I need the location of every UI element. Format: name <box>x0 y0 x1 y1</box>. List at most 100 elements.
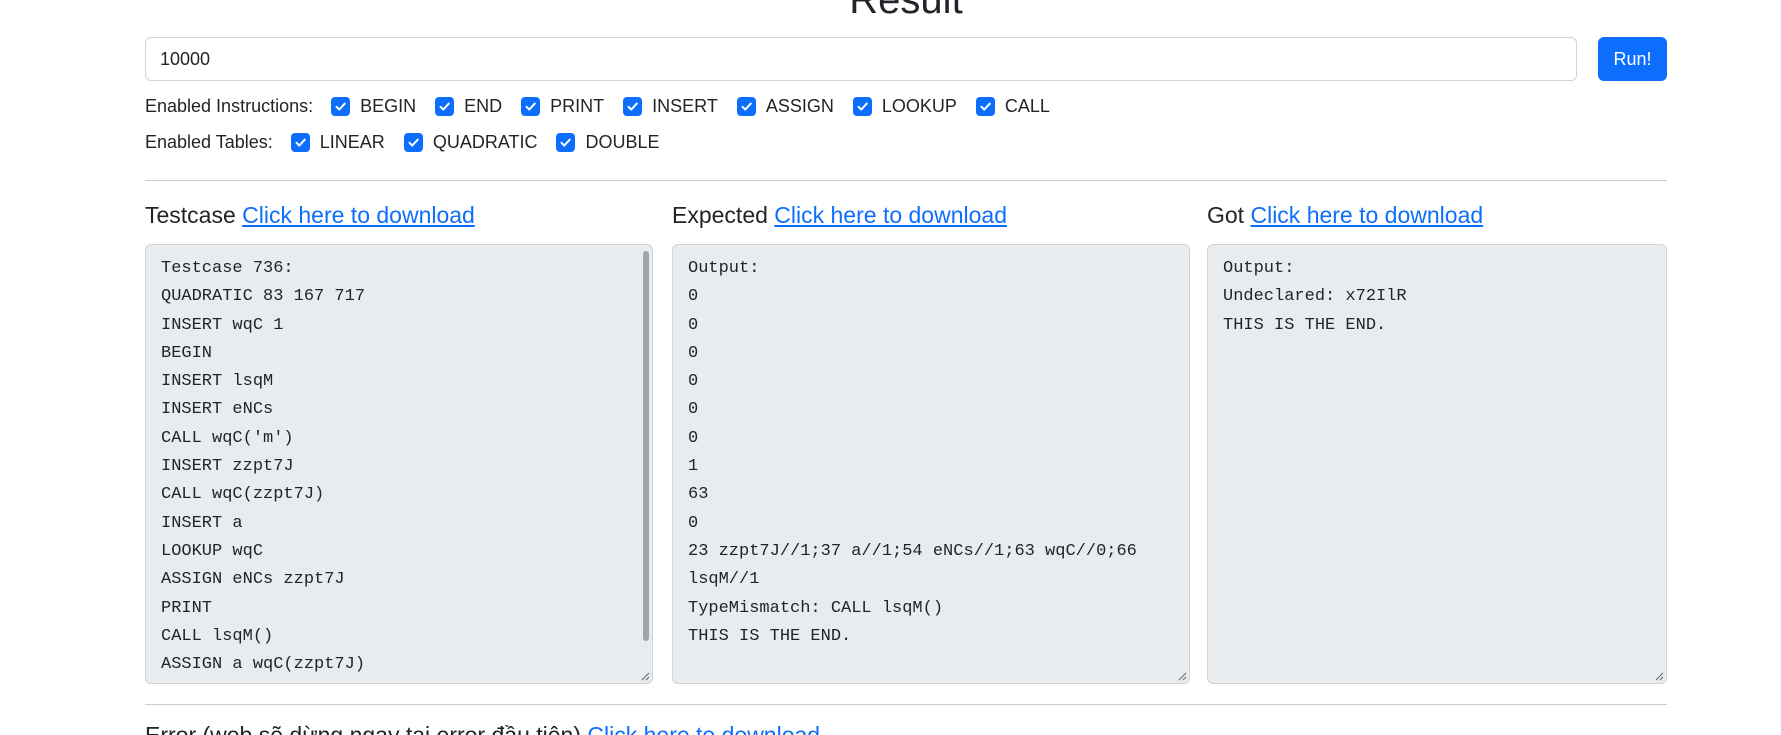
got-panel: Got Click here to download Output: Undecl… <box>1207 198 1667 684</box>
checkbox-checked-icon[interactable] <box>331 96 351 116</box>
instruction-option-label: PRINT <box>550 95 605 116</box>
code-line: 1 <box>688 457 699 477</box>
got-title: Got <box>1207 202 1245 228</box>
checkbox-checked-icon[interactable] <box>852 96 872 116</box>
checkbox-checked-icon[interactable] <box>975 96 995 116</box>
checkbox-checked-icon[interactable] <box>623 96 643 116</box>
code-line: INSERT eNCs <box>161 400 274 420</box>
checkbox-checked-icon[interactable] <box>556 132 576 152</box>
code-line: Output: <box>688 259 760 278</box>
instruction-option-end[interactable]: END <box>435 96 502 117</box>
code-line: THIS IS THE END. <box>1223 315 1387 335</box>
code-line: BEGIN <box>161 343 213 363</box>
resize-grip-icon[interactable] <box>1654 671 1664 681</box>
testcase-heading: Testcase Click here to download <box>145 198 653 232</box>
checkbox-checked-icon[interactable] <box>435 96 455 116</box>
code-line: 0 <box>688 343 699 363</box>
code-line: INSERT lsqM <box>161 372 274 392</box>
code-line: LOOKUP wqC <box>161 541 264 561</box>
instruction-option-label: ASSIGN <box>765 95 834 116</box>
instruction-option-label: INSERT <box>652 95 718 116</box>
main-container: Result Run! Enabled Instructions: BEGINE… <box>145 0 1667 735</box>
resize-grip-icon[interactable] <box>640 671 650 681</box>
instruction-option-insert[interactable]: INSERT <box>623 96 718 117</box>
checkbox-checked-icon[interactable] <box>290 132 310 152</box>
instruction-option-label: CALL <box>1004 95 1050 116</box>
testcase-download-link[interactable]: Click here to download <box>242 202 475 228</box>
code-line: 0 <box>688 372 699 392</box>
divider <box>145 180 1667 181</box>
testcase-title: Testcase <box>145 202 236 228</box>
checkbox-checked-icon[interactable] <box>521 96 541 116</box>
testcase-panel: Testcase Click here to download Testcase… <box>145 198 653 684</box>
checkbox-checked-icon[interactable] <box>403 132 423 152</box>
instruction-option-call[interactable]: CALL <box>975 95 1050 117</box>
instructions-label: Enabled Instructions: <box>145 95 314 116</box>
code-line: 23 zzpt7J//1;37 a//1;54 eNCs//1;63 wqC//… <box>688 541 1137 561</box>
table-option-label: LINEAR <box>319 131 385 152</box>
code-line: INSERT a <box>161 513 243 533</box>
got-textarea[interactable]: Output: Undeclared: x72IlR THIS IS THE END… <box>1207 244 1667 684</box>
checkbox-checked-icon[interactable] <box>736 96 756 116</box>
code-line: Output: <box>1223 259 1295 278</box>
code-line: 0 <box>688 513 699 533</box>
code-line: ASSIGN a wqC(zzpt7J) <box>161 655 366 675</box>
table-option-label: QUADRATIC <box>432 131 538 152</box>
instruction-option-label: END <box>464 95 503 116</box>
testcase-textarea[interactable]: Testcase 736: QUADRATIC 83 167 717 INSERT … <box>145 244 653 684</box>
tables-label: Enabled Tables: <box>145 131 273 152</box>
run-row: Run! <box>145 36 1667 82</box>
instruction-option-label: LOOKUP <box>881 95 957 116</box>
resize-grip-icon[interactable] <box>1177 671 1187 681</box>
instructions-row: Enabled Instructions: BEGIN END PRINT INSER… <box>145 92 1069 120</box>
code-line: CALL lsqM() <box>161 626 274 646</box>
instruction-option-lookup[interactable]: LOOKUP <box>852 95 957 117</box>
code-line: 0 <box>688 287 699 307</box>
expected-title: Expected <box>672 202 768 228</box>
table-option-quadratic[interactable]: QUADRATIC <box>403 131 538 153</box>
expected-content: Output: 0 0 0 0 0 0 1 63 0 23 zzpt7J//1;37 a//1;54… <box>688 255 1174 651</box>
instruction-option-print[interactable]: PRINT <box>521 96 604 117</box>
instruction-option-begin[interactable]: BEGIN <box>331 96 416 117</box>
expected-heading: Expected Click here to download <box>672 198 1190 232</box>
got-content: Output: Undeclared: x72IlR THIS IS THE END… <box>1223 255 1651 340</box>
testcase-content: Testcase 736: QUADRATIC 83 167 717 INSERT … <box>161 255 637 679</box>
code-line: THIS IS THE END. <box>688 626 852 646</box>
got-heading: Got Click here to download <box>1207 198 1667 232</box>
tables-row: Enabled Tables: LINEAR QUADRATIC DOUBLE <box>145 128 679 156</box>
code-line: 63 <box>688 485 709 505</box>
instruction-option-assign[interactable]: ASSIGN <box>736 95 834 117</box>
code-line: INSERT wqC 1 <box>161 315 284 335</box>
code-line: TypeMismatch: CALL lsqM() <box>688 598 944 618</box>
table-option-label: DOUBLE <box>585 131 660 152</box>
code-line: CALL wqC('m') <box>161 428 294 448</box>
expected-textarea[interactable]: Output: 0 0 0 0 0 0 1 63 0 23 zzpt7J//1;37 a//1;54… <box>672 244 1190 684</box>
code-line: PRINT <box>161 598 213 618</box>
code-line: QUADRATIC 83 167 717 <box>161 287 366 307</box>
error-title: Error (web sẽ dừng ngay tại error đầu ti… <box>145 722 581 735</box>
instructions-list: BEGIN END PRINT INSERT ASSIGN LOOKUP CALL <box>331 96 1069 117</box>
tables-list: LINEAR QUADRATIC DOUBLE <box>290 131 679 153</box>
table-option-double[interactable]: DOUBLE <box>556 131 660 153</box>
seed-input[interactable] <box>145 37 1577 81</box>
code-line: INSERT zzpt7J <box>161 457 294 477</box>
code-line: lsqM//1 <box>688 570 760 590</box>
got-download-link[interactable]: Click here to download <box>1250 202 1483 228</box>
code-line: CALL wqC(zzpt7J) <box>161 485 325 505</box>
scrollbar-thumb[interactable] <box>643 251 649 641</box>
error-download-link[interactable]: Click here to download <box>587 722 820 735</box>
expected-download-link[interactable]: Click here to download <box>774 202 1007 228</box>
code-line: 0 <box>688 315 699 335</box>
instruction-option-label: BEGIN <box>360 95 417 116</box>
table-option-linear[interactable]: LINEAR <box>290 131 385 153</box>
page-title: Result <box>849 0 963 22</box>
code-line: Testcase 736: <box>161 259 294 278</box>
code-line: 0 <box>688 428 699 448</box>
run-button[interactable]: Run! <box>1598 37 1667 81</box>
code-line: 0 <box>688 400 699 420</box>
code-line: Undeclared: x72IlR <box>1223 287 1407 307</box>
divider <box>145 704 1667 705</box>
expected-panel: Expected Click here to download Output: 0… <box>672 198 1190 684</box>
error-heading: Error (web sẽ dừng ngay tại error đầu ti… <box>145 718 820 735</box>
code-line: ASSIGN eNCs zzpt7J <box>161 570 345 590</box>
